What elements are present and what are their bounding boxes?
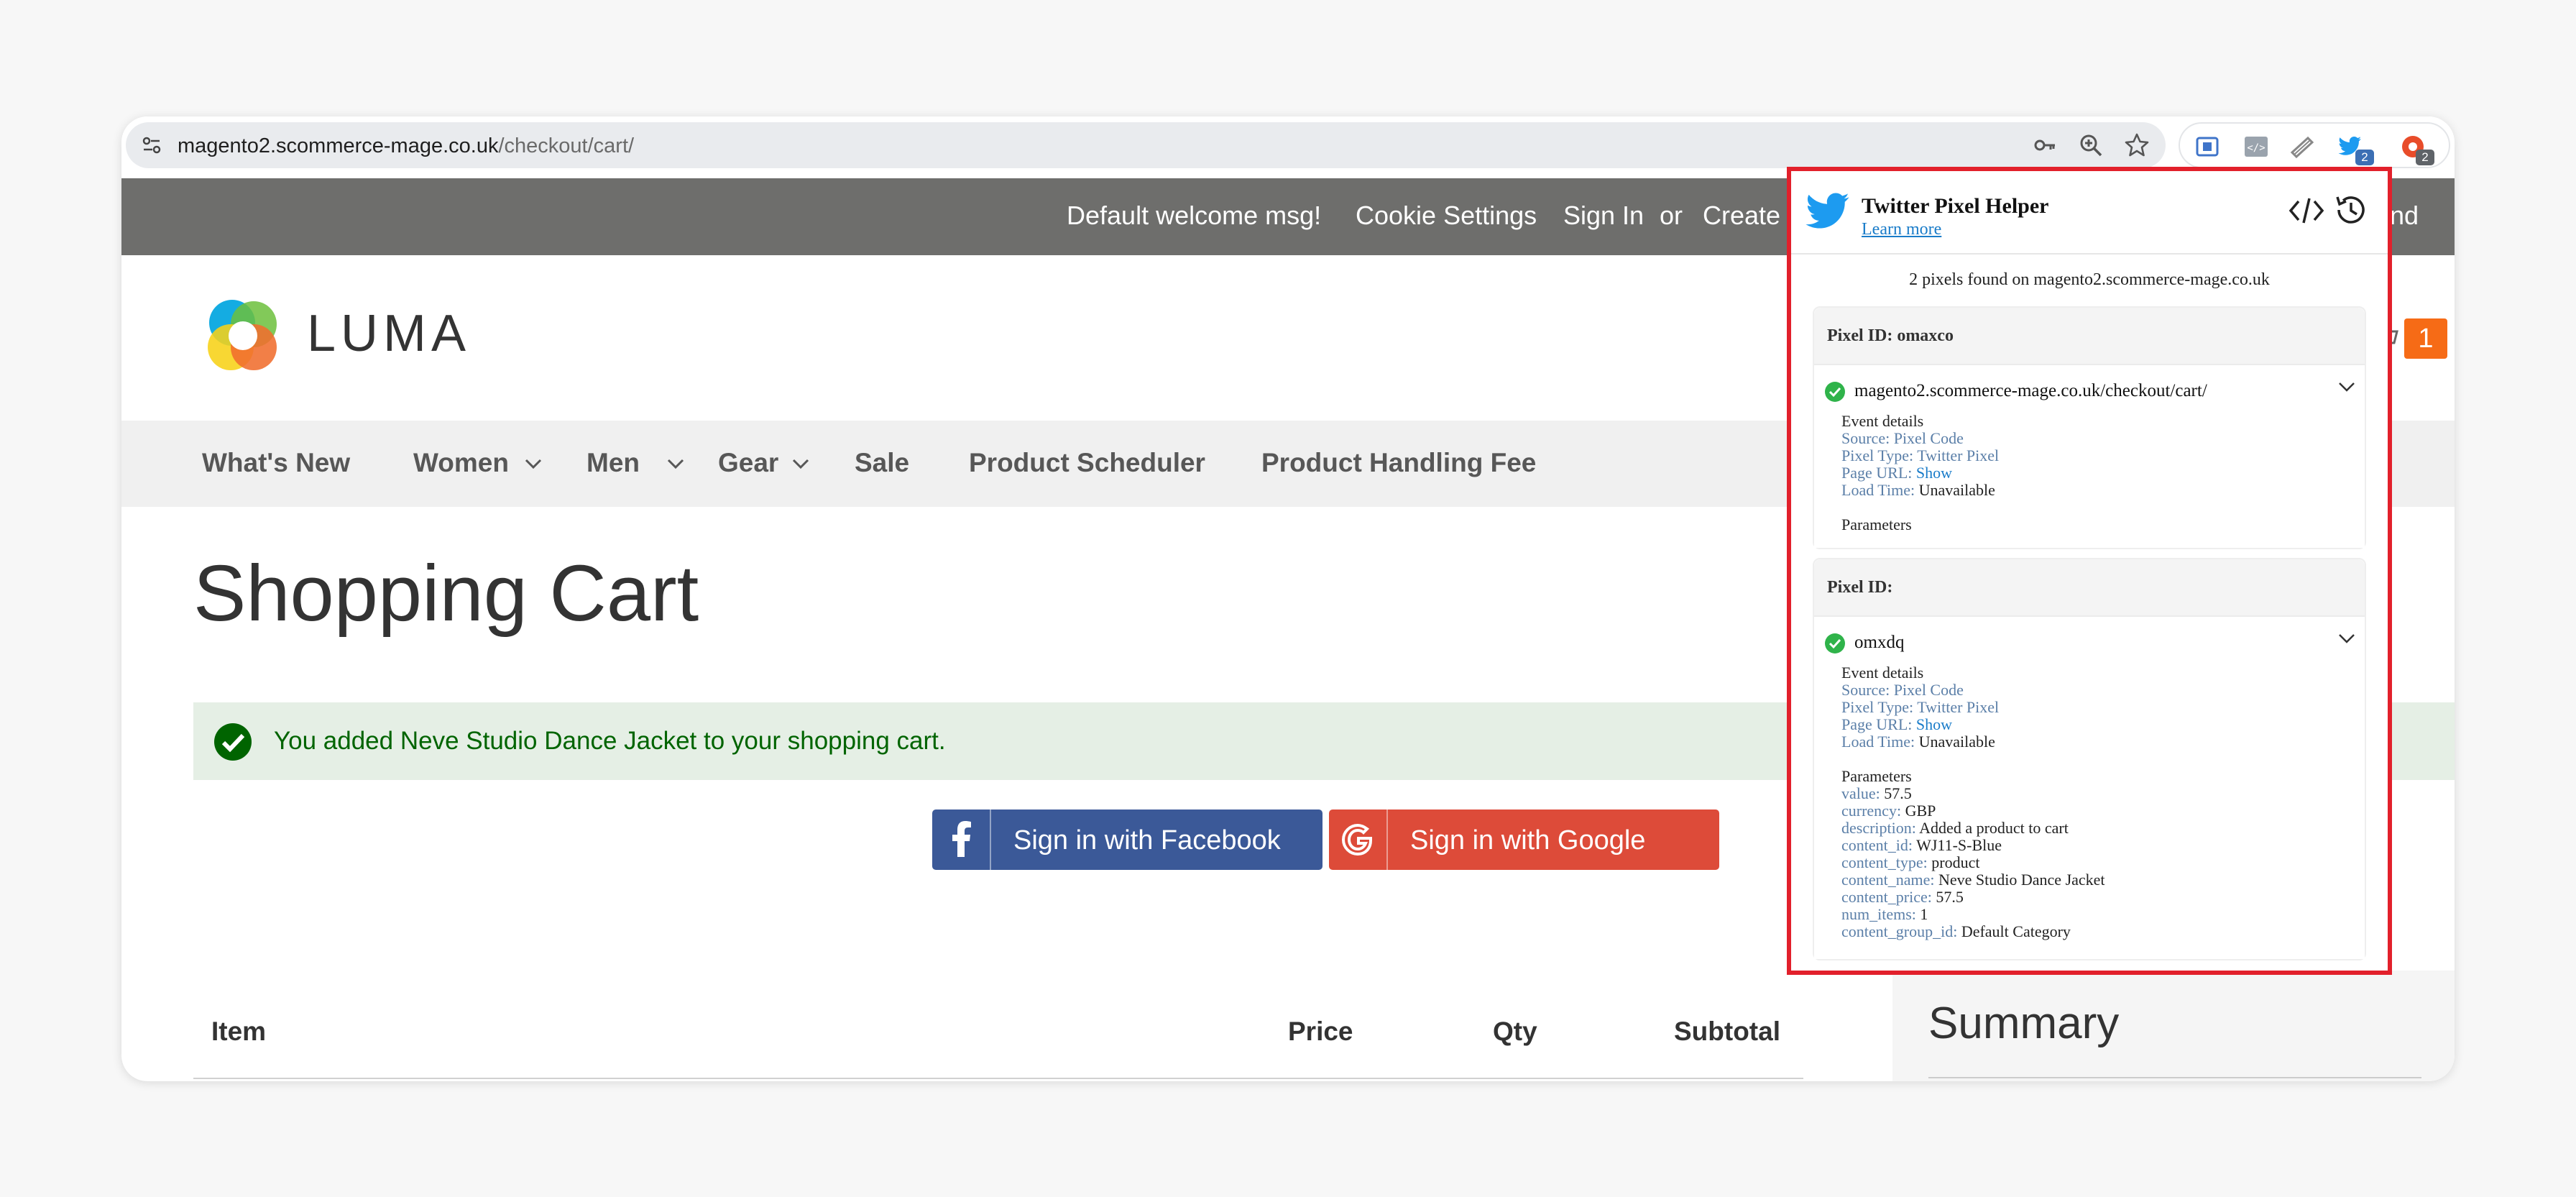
- popup-title: Twitter Pixel Helper: [1862, 194, 2049, 218]
- zoom-icon[interactable]: [2078, 132, 2104, 158]
- pixel-event: magento2.scommerce-mage.co.uk/checkout/c…: [1814, 365, 2365, 548]
- parameters-label: Parameters: [1841, 767, 1912, 785]
- param-row: description: Added a product to cart: [1841, 819, 2069, 837]
- url-text[interactable]: magento2.scommerce-mage.co.uk/checkout/c…: [178, 134, 634, 158]
- welcome-message: Default welcome msg!: [1067, 201, 1322, 230]
- detail-source: Source: Pixel Code: [1841, 429, 1964, 447]
- sign-in-link[interactable]: Sign In: [1563, 201, 1644, 231]
- luma-logo-text[interactable]: LUMA: [307, 304, 471, 363]
- success-message-text: You added Neve Studio Dance Jacket to yo…: [274, 727, 946, 755]
- column-header-price: Price: [1288, 1017, 1353, 1046]
- check-icon: [1825, 633, 1845, 653]
- nav-item-men[interactable]: Men: [586, 448, 640, 478]
- chevron-down-icon[interactable]: [2337, 631, 2356, 646]
- nav-item-women[interactable]: Women: [413, 448, 509, 478]
- summary-title: Summary: [1928, 999, 2120, 1048]
- nav-item-gear[interactable]: Gear: [718, 448, 778, 478]
- param-row: value: 57.5: [1841, 784, 1912, 802]
- chevron-down-icon[interactable]: [524, 457, 543, 471]
- param-row: num_items: 1: [1841, 905, 1928, 923]
- pixel-id: Pixel ID: omaxco: [1827, 326, 1954, 345]
- chevron-down-icon[interactable]: [2337, 380, 2356, 394]
- check-icon: [214, 723, 252, 761]
- pixel-id: Pixel ID:: [1827, 578, 1893, 597]
- google-signin-label: Sign in with Google: [1410, 825, 1646, 856]
- svg-text:</>: </>: [2247, 142, 2265, 154]
- param-row: content_type: product: [1841, 853, 1980, 871]
- show-url-link[interactable]: Show: [1916, 715, 1952, 733]
- twitter-extension-badge: 2: [2355, 150, 2374, 165]
- or-text: or: [1660, 201, 1683, 230]
- pixel-card-header[interactable]: Pixel ID:: [1814, 559, 2365, 617]
- pixel-event: omxdq Event details Source: Pixel Code P…: [1814, 617, 2365, 959]
- address-bar[interactable]: magento2.scommerce-mage.co.uk/checkout/c…: [126, 122, 2166, 168]
- event-details-label: Event details: [1841, 412, 1924, 430]
- google-signin-button[interactable]: Sign in with Google: [1329, 810, 1719, 870]
- facebook-signin-label: Sign in with Facebook: [1013, 825, 1281, 856]
- check-icon: [1825, 382, 1845, 402]
- extensions-area: </> 2 2: [2179, 122, 2450, 168]
- detail-load-time: Load Time: Unavailable: [1841, 481, 1995, 499]
- event-url: magento2.scommerce-mage.co.uk/checkout/c…: [1854, 381, 2207, 400]
- param-row: content_group_id: Default Category: [1841, 922, 2071, 940]
- pixel-card-header[interactable]: Pixel ID: omaxco: [1814, 308, 2365, 365]
- summary-divider: [1928, 1077, 2421, 1078]
- detail-load-time: Load Time: Unavailable: [1841, 733, 1995, 751]
- detail-pixel-type: Pixel Type: Twitter Pixel: [1841, 698, 2000, 716]
- twitter-pixel-helper-popup: Twitter Pixel Helper Learn more 2 pixels…: [1787, 167, 2392, 975]
- table-divider: [193, 1078, 1803, 1079]
- pixels-found-summary: 2 pixels found on magento2.scommerce-mag…: [1909, 270, 2270, 289]
- site-info-icon[interactable]: [140, 134, 163, 157]
- cookie-settings-link[interactable]: Cookie Settings: [1356, 201, 1537, 231]
- create-account-link[interactable]: Create: [1703, 201, 1780, 231]
- nav-item-sale[interactable]: Sale: [855, 448, 909, 478]
- page-title: Shopping Cart: [193, 549, 699, 638]
- pixel-card: Pixel ID: omaxco magento2.scommerce-mage…: [1813, 306, 2366, 549]
- pixel-card: Pixel ID: omxdq Event details Source: Pi…: [1813, 558, 2366, 960]
- nav-item-product-handling-fee[interactable]: Product Handling Fee: [1261, 448, 1536, 478]
- detail-page-url: Page URL: Show: [1841, 464, 1953, 482]
- param-row: content_name: Neve Studio Dance Jacket: [1841, 871, 2105, 889]
- param-row: currency: GBP: [1841, 802, 1936, 820]
- luma-logo-icon[interactable]: [202, 295, 284, 377]
- column-header-item: Item: [211, 1017, 267, 1046]
- extension-tag-icon[interactable]: [2288, 132, 2317, 161]
- chevron-down-icon[interactable]: [666, 457, 685, 471]
- facebook-signin-button[interactable]: Sign in with Facebook: [932, 810, 1322, 870]
- key-icon[interactable]: [2032, 132, 2058, 158]
- red-extension-badge: 2: [2416, 150, 2434, 165]
- nav-item-whats-new[interactable]: What's New: [202, 448, 350, 478]
- cart-summary: Summary: [1892, 971, 2455, 1081]
- detail-page-url: Page URL: Show: [1841, 715, 1953, 733]
- param-row: content_price: 57.5: [1841, 888, 1964, 906]
- column-header-qty: Qty: [1493, 1017, 1537, 1046]
- chevron-down-icon[interactable]: [791, 457, 810, 471]
- detail-pixel-type: Pixel Type: Twitter Pixel: [1841, 446, 2000, 464]
- popup-header: Twitter Pixel Helper Learn more: [1791, 171, 2388, 254]
- history-icon[interactable]: [2332, 191, 2369, 229]
- code-icon[interactable]: [2288, 193, 2324, 229]
- twitter-bird-icon: [1806, 193, 1849, 229]
- param-row: content_id: WJ11-S-Blue: [1841, 836, 2002, 854]
- column-header-subtotal: Subtotal: [1674, 1017, 1780, 1046]
- facebook-icon: [952, 821, 971, 857]
- google-icon: [1341, 823, 1372, 856]
- detail-source: Source: Pixel Code: [1841, 681, 1964, 699]
- show-url-link[interactable]: Show: [1916, 464, 1952, 482]
- star-icon[interactable]: [2124, 132, 2150, 158]
- event-name: omxdq: [1854, 633, 1905, 652]
- extension-code-icon[interactable]: </>: [2242, 132, 2271, 161]
- nav-item-product-scheduler[interactable]: Product Scheduler: [969, 448, 1205, 478]
- event-details-label: Event details: [1841, 664, 1924, 682]
- learn-more-link[interactable]: Learn more: [1862, 220, 1941, 239]
- extension-calendar-icon[interactable]: [2193, 132, 2222, 161]
- cart-count-badge[interactable]: 1: [2404, 318, 2447, 359]
- parameters-label: Parameters: [1841, 515, 1912, 533]
